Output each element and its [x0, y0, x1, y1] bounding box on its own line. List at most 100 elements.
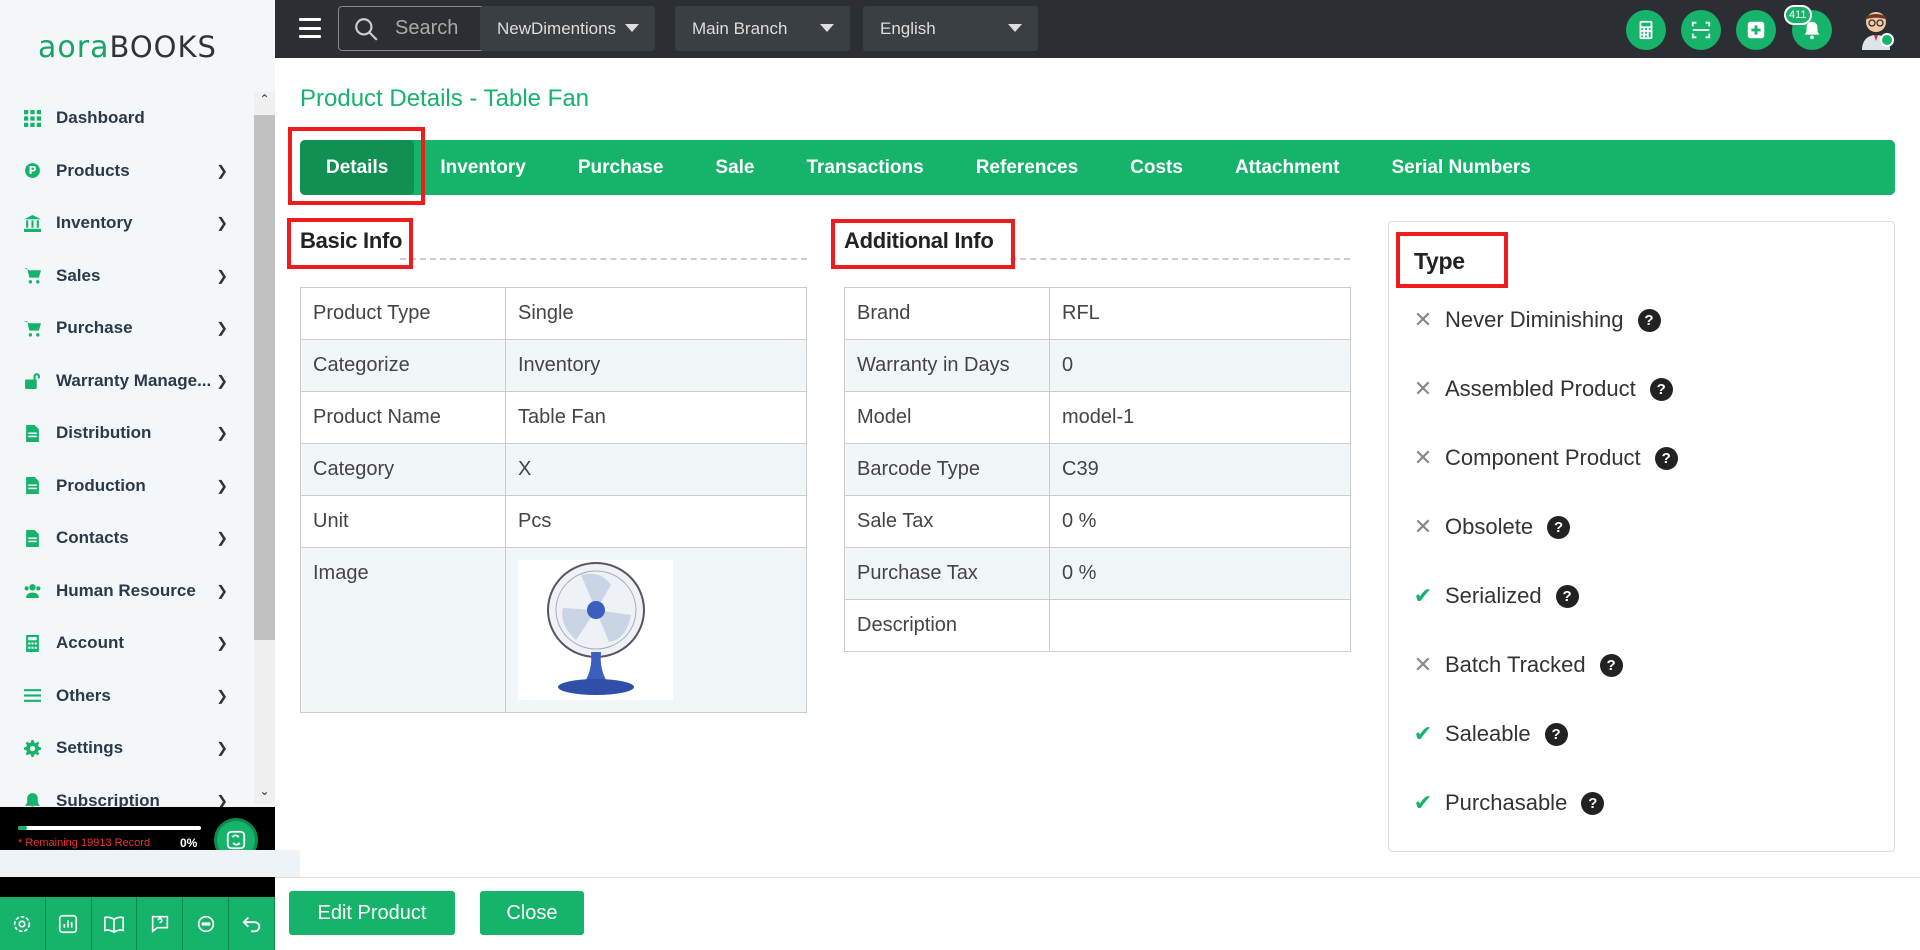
sidebar-item-label: Warranty Manage... [56, 370, 212, 390]
sidebar-item-label: Account [56, 633, 124, 653]
edit-product-button[interactable]: Edit Product [289, 891, 455, 935]
tab-costs[interactable]: Costs [1104, 140, 1209, 195]
document-icon [24, 477, 41, 495]
branch-select[interactable]: Main Branch [675, 6, 850, 51]
table-row: Purchase Tax 0 % [844, 547, 1351, 600]
add-icon[interactable] [1736, 10, 1776, 50]
record-progress-track [18, 826, 201, 830]
chevron-right-icon: ❯ [216, 529, 228, 546]
tab-inventory[interactable]: Inventory [414, 140, 552, 195]
row-label: Brand [844, 287, 1050, 340]
row-label: Product Name [300, 391, 506, 444]
tab-purchase[interactable]: Purchase [552, 140, 690, 195]
product-image-cell [505, 547, 807, 713]
caret-down-icon [820, 24, 834, 32]
table-row: Description [844, 599, 1351, 652]
scroll-down-icon[interactable]: ⌄ [254, 784, 275, 804]
help-icon[interactable] [137, 897, 184, 950]
tab-references[interactable]: References [950, 140, 1104, 195]
sidebar-item-contacts[interactable]: Contacts ❯ [0, 512, 254, 565]
check-icon: ✔ [1413, 721, 1433, 746]
type-item-label: Never Diminishing [1445, 307, 1624, 332]
cross-icon: ✕ [1413, 376, 1433, 401]
scroll-up-icon[interactable]: ⌃ [254, 92, 275, 112]
tab-transactions[interactable]: Transactions [780, 140, 949, 195]
chevron-right-icon: ❯ [216, 687, 228, 704]
sidebar-spacer [0, 850, 300, 877]
app-logo[interactable]: aoraBOOKS [38, 30, 217, 65]
tab-sale[interactable]: Sale [689, 140, 780, 195]
chevron-right-icon: ❯ [216, 424, 228, 441]
undo-icon[interactable] [229, 897, 275, 950]
type-item: ✔ Saleable? [1413, 714, 1568, 754]
detail-tabs: Details Inventory Purchase Sale Transact… [300, 140, 1895, 195]
online-status-dot [1880, 33, 1894, 47]
help-question-icon[interactable]: ? [1637, 308, 1661, 332]
chevron-right-icon: ❯ [216, 582, 228, 599]
sidebar-item-settings[interactable]: Settings ❯ [0, 722, 254, 775]
sidebar-item-others[interactable]: Others ❯ [0, 670, 254, 723]
sidebar-item-warranty[interactable]: Warranty Manage... ❯ [0, 355, 254, 408]
sidebar-item-products[interactable]: P Products ❯ [0, 145, 254, 198]
row-value: Inventory [505, 339, 807, 392]
basic-info-table: Product Type Single Categorize Inventory P… [300, 287, 807, 713]
list-icon [24, 687, 41, 704]
sidebar-item-dashboard[interactable]: Dashboard [0, 92, 254, 145]
help-question-icon[interactable]: ? [1581, 791, 1605, 815]
type-item-label: Obsolete [1445, 514, 1534, 539]
row-value [1049, 599, 1351, 652]
type-item: ✕ Obsolete? [1413, 507, 1571, 547]
document-icon [24, 424, 41, 442]
additional-info-title: Additional Info [844, 228, 994, 253]
hamburger-menu-icon[interactable] [299, 18, 321, 38]
help-question-icon[interactable]: ? [1555, 584, 1579, 608]
language-select-value: English [880, 18, 936, 38]
calculator-icon[interactable] [1626, 10, 1666, 50]
table-row: Model model-1 [844, 391, 1351, 444]
sidebar-item-human-resource[interactable]: Human Resource ❯ [0, 565, 254, 618]
search-icon [355, 17, 378, 41]
type-item-label: Purchasable [1445, 790, 1568, 815]
close-button[interactable]: Close [480, 891, 584, 935]
book-icon[interactable] [92, 897, 138, 950]
chevron-right-icon: ❯ [216, 319, 228, 336]
row-value: Table Fan [505, 391, 807, 444]
section-divider [1010, 258, 1350, 260]
row-label: Product Type [300, 287, 506, 340]
help-question-icon[interactable]: ? [1649, 377, 1673, 401]
tab-serial-numbers[interactable]: Serial Numbers [1365, 140, 1556, 195]
sidebar-item-label: Contacts [56, 528, 129, 548]
tab-attachment[interactable]: Attachment [1209, 140, 1366, 195]
table-fan-image [546, 562, 645, 695]
settings-icon[interactable] [0, 897, 46, 950]
report-icon[interactable] [46, 897, 92, 950]
chat-icon[interactable] [183, 897, 230, 950]
table-row: Product Name Table Fan [300, 391, 807, 444]
sidebar-item-label: Dashboard [56, 108, 145, 128]
help-question-icon[interactable]: ? [1654, 446, 1678, 470]
table-row: Categorize Inventory [300, 339, 807, 392]
sidebar-item-production[interactable]: Production ❯ [0, 460, 254, 513]
sidebar-item-account[interactable]: Account ❯ [0, 617, 254, 670]
unlock-icon [24, 372, 41, 390]
company-select[interactable]: NewDimentions [480, 6, 655, 51]
sidebar-item-inventory[interactable]: Inventory ❯ [0, 197, 254, 250]
help-question-icon[interactable]: ? [1544, 722, 1568, 746]
caret-down-icon [1008, 24, 1022, 32]
row-label: Description [844, 599, 1050, 652]
help-question-icon[interactable]: ? [1599, 653, 1623, 677]
sidebar-item-purchase[interactable]: Purchase ❯ [0, 302, 254, 355]
product-image[interactable] [518, 560, 673, 700]
tab-details[interactable]: Details [300, 140, 415, 195]
sidebar-spacer-dark [0, 877, 275, 897]
barcode-scan-icon[interactable] [1681, 10, 1721, 50]
sidebar-item-distribution[interactable]: Distribution ❯ [0, 407, 254, 460]
sidebar-item-sales[interactable]: Sales ❯ [0, 250, 254, 303]
cross-icon: ✕ [1413, 652, 1433, 677]
help-question-icon[interactable]: ? [1547, 515, 1571, 539]
sidebar-item-label: Products [56, 160, 130, 180]
table-row: Product Type Single [300, 287, 807, 340]
sidebar-scrollbar-thumb[interactable] [254, 115, 275, 640]
page-title: Product Details - Table Fan [300, 85, 590, 112]
language-select[interactable]: English [863, 6, 1038, 51]
